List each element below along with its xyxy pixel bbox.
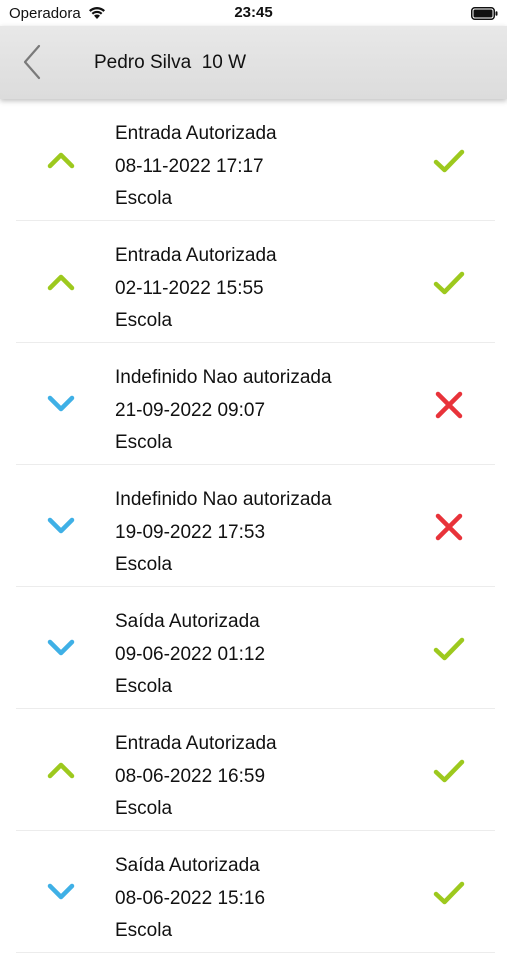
- list-item[interactable]: Indefinido Nao autorizada 19-09-2022 17:5…: [16, 465, 495, 587]
- record-type: Entrada Autorizada: [115, 245, 277, 266]
- record-details: Entrada Autorizada 02-11-2022 15:55 Escola: [115, 240, 277, 338]
- record-datetime: 19-09-2022 17:53: [115, 521, 266, 543]
- record-type: Saída Autorizada: [115, 611, 260, 632]
- status-bar: Operadora 23:45: [0, 0, 507, 26]
- chevron-down-icon: [47, 639, 75, 656]
- chevron-up-icon: [47, 152, 75, 169]
- record-datetime: 21-09-2022 09:07: [115, 399, 266, 421]
- chevron-down-icon: [47, 883, 75, 900]
- list-item[interactable]: Indefinido Nao autorizada 21-09-2022 09:0…: [16, 343, 495, 465]
- chevron-down-icon: [47, 517, 75, 534]
- list-item[interactable]: Saída Autorizada 08-06-2022 15:16 Escola: [16, 831, 495, 953]
- record-type: Saída Autorizada: [115, 855, 260, 876]
- record-location: Escola: [115, 310, 173, 331]
- checkmark-icon: [433, 759, 465, 783]
- record-type: Entrada Autorizada: [115, 733, 277, 754]
- clock: 23:45: [234, 4, 273, 21]
- record-location: Escola: [115, 432, 173, 453]
- record-details: Entrada Autorizada 08-06-2022 16:59 Escola: [115, 728, 277, 826]
- record-details: Indefinido Nao autorizada 19-09-2022 17:5…: [115, 484, 332, 582]
- list-item[interactable]: Entrada Autorizada 02-11-2022 15:55 Escola: [16, 221, 495, 343]
- checkmark-icon: [433, 271, 465, 295]
- record-type: Indefinido Nao autorizada: [115, 367, 332, 388]
- record-details: Saída Autorizada 08-06-2022 15:16 Escola: [115, 850, 265, 948]
- navigation-bar: Pedro Silva 10 W: [0, 26, 507, 99]
- record-location: Escola: [115, 920, 173, 941]
- access-record-list: Entrada Autorizada 08-11-2022 17:17 Escola…: [0, 99, 507, 953]
- record-location: Escola: [115, 676, 173, 697]
- record-datetime: 08-11-2022 17:17: [115, 155, 264, 177]
- record-type: Entrada Autorizada: [115, 123, 277, 144]
- list-item[interactable]: Entrada Autorizada 08-06-2022 16:59 Escola: [16, 709, 495, 831]
- record-datetime: 09-06-2022 01:12: [115, 643, 266, 665]
- cross-icon: [435, 391, 463, 419]
- battery-icon: [471, 7, 498, 20]
- record-type: Indefinido Nao autorizada: [115, 489, 332, 510]
- record-datetime: 08-06-2022 16:59: [115, 765, 266, 787]
- chevron-down-icon: [47, 395, 75, 412]
- chevron-up-icon: [47, 762, 75, 779]
- checkmark-icon: [433, 637, 465, 661]
- page-title: Pedro Silva 10 W: [94, 52, 247, 73]
- list-item[interactable]: Saída Autorizada 09-06-2022 01:12 Escola: [16, 587, 495, 709]
- list-item[interactable]: Entrada Autorizada 08-11-2022 17:17 Escola: [16, 99, 495, 221]
- record-location: Escola: [115, 554, 173, 575]
- cross-icon: [435, 513, 463, 541]
- record-details: Entrada Autorizada 08-11-2022 17:17 Escola: [115, 118, 277, 216]
- record-datetime: 08-06-2022 15:16: [115, 887, 266, 909]
- record-details: Indefinido Nao autorizada 21-09-2022 09:0…: [115, 362, 332, 460]
- record-datetime: 02-11-2022 15:55: [115, 277, 264, 299]
- record-location: Escola: [115, 798, 173, 819]
- back-button[interactable]: [13, 40, 53, 84]
- chevron-up-icon: [47, 274, 75, 291]
- chevron-left-icon: [23, 44, 41, 80]
- record-location: Escola: [115, 188, 173, 209]
- checkmark-icon: [433, 149, 465, 173]
- checkmark-icon: [433, 881, 465, 905]
- record-details: Saída Autorizada 09-06-2022 01:12 Escola: [115, 606, 265, 704]
